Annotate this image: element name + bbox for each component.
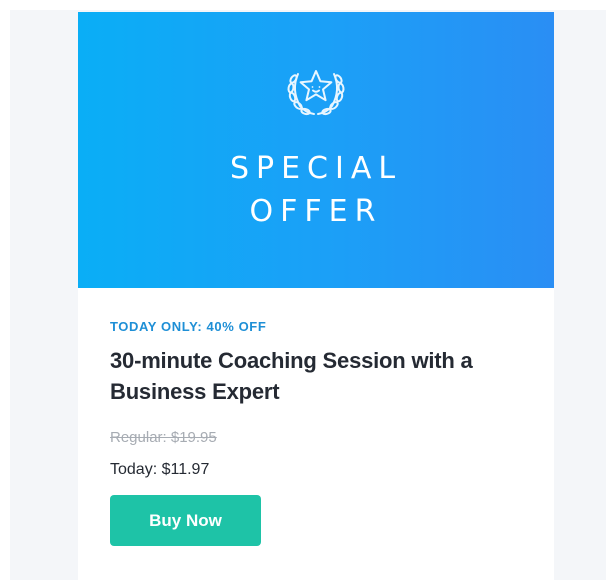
page: SPECIAL OFFER TODAY ONLY: 40% OFF 30-min…	[0, 0, 611, 580]
product-title: 30-minute Coaching Session with a Busine…	[110, 348, 473, 404]
regular-price: Regular: $19.95	[110, 429, 217, 446]
hero-title-line2: OFFER	[249, 194, 383, 229]
hero-banner: SPECIAL OFFER	[78, 12, 554, 288]
offer-card: SPECIAL OFFER TODAY ONLY: 40% OFF 30-min…	[78, 12, 554, 580]
today-price: Today: $11.97	[110, 461, 210, 478]
star-laurel-icon	[287, 70, 345, 116]
hero-title-line1: SPECIAL	[229, 151, 403, 186]
buy-now-button[interactable]: Buy Now	[110, 495, 261, 546]
offer-kicker: TODAY ONLY: 40% OFF	[110, 319, 267, 334]
